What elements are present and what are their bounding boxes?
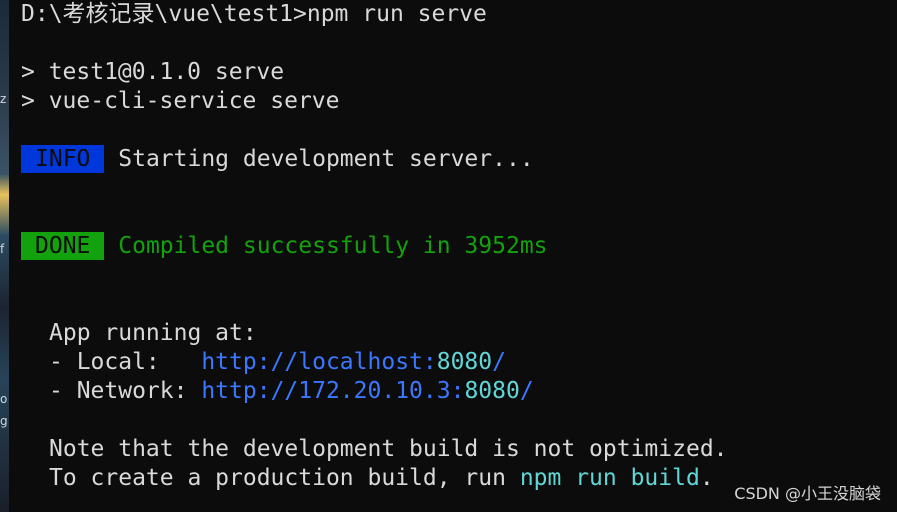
local-url-line: - Local: http://localhost:8080/ [21,348,506,376]
note-line: Note that the development build is not o… [21,435,728,463]
network-url-line: - Network: http://172.20.10.3:8080/ [21,377,534,405]
script-line: > vue-cli-service serve [21,88,340,114]
done-badge: DONE [21,232,105,260]
note-text: Note that the development build is not o… [49,436,728,462]
local-url-suffix[interactable]: / [492,349,506,375]
local-url-link[interactable]: http://localhost: [201,349,436,375]
build-hint-line: To create a production build, run npm ru… [21,464,714,492]
strip-glyph: z [0,92,7,106]
info-line: INFO Starting development server... [21,145,534,173]
network-port[interactable]: 8080 [464,378,519,404]
app-running-text: App running at: [49,320,257,346]
csdn-watermark: CSDN @小王没脑袋 [734,484,881,503]
network-url-suffix[interactable]: / [520,378,534,404]
build-hint-suffix: . [699,465,714,491]
build-hint-prefix: To create a production build, run [49,465,520,491]
strip-glyph: o [0,392,8,406]
desktop-edge-strip: z f o g [0,0,9,512]
network-label: - Network: [49,378,202,404]
network-url-link[interactable]: http://172.20.10.3: [201,378,464,404]
build-command: npm run build [519,465,700,491]
terminal-output[interactable]: D:\考核记录\vue\test1>npm run serve > test1@… [21,0,897,512]
local-label: - Local: [49,349,202,375]
info-message: Starting development server... [118,146,534,172]
command-line: D:\考核记录\vue\test1>npm run serve [21,1,487,27]
app-running-line: App running at: [21,319,257,347]
strip-glyph: g [0,414,8,428]
local-port[interactable]: 8080 [437,349,492,375]
done-message: Compiled successfully in 3952ms [118,233,548,259]
strip-glyph: f [0,242,5,256]
script-line: > test1@0.1.0 serve [21,59,285,85]
done-line: DONE Compiled successfully in 3952ms [21,232,548,260]
terminal-window: z f o g D:\考核记录\vue\test1>npm run serve … [0,0,897,512]
info-badge: INFO [21,145,105,173]
